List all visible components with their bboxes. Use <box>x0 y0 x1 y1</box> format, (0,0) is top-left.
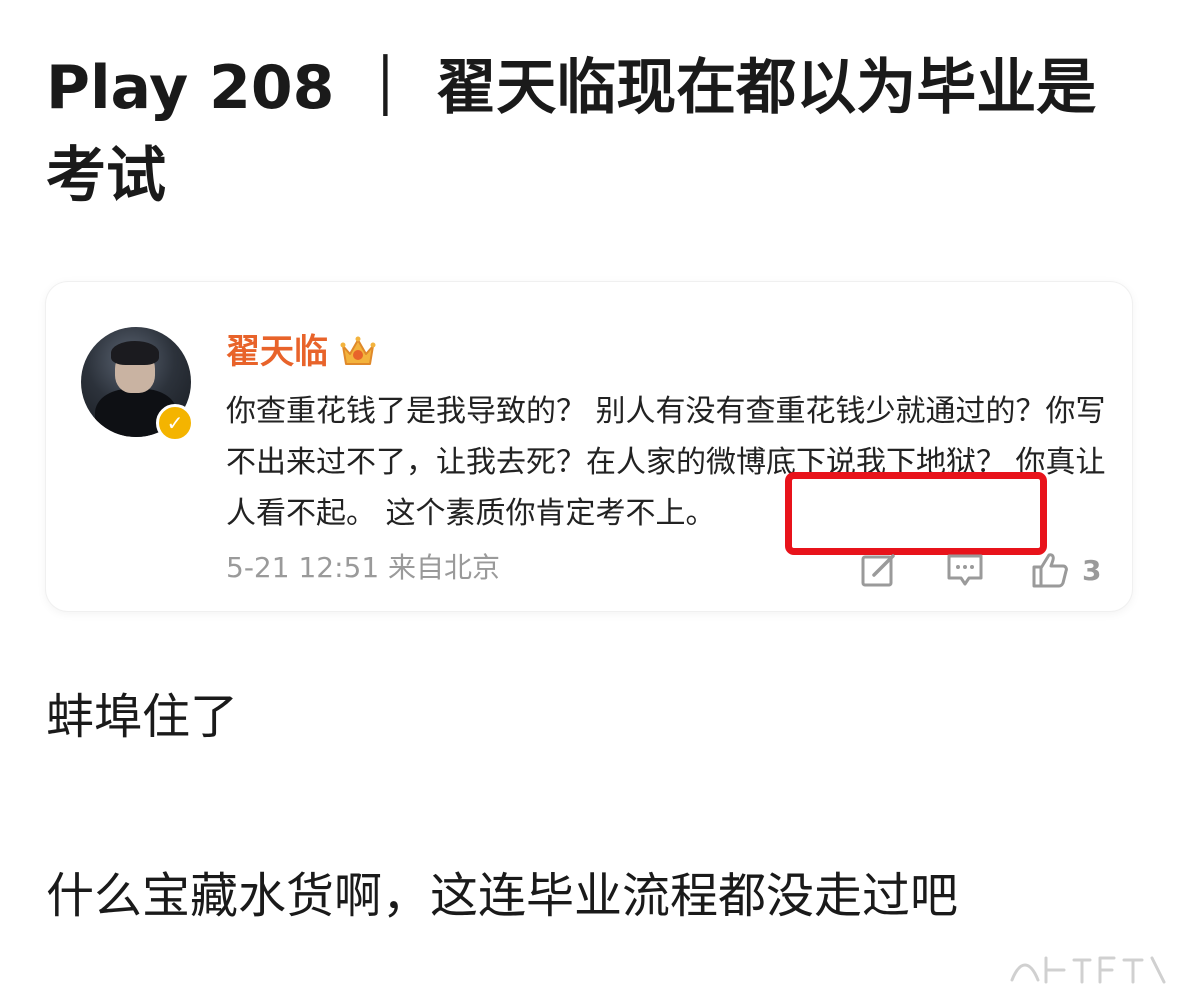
avatar-figure-hair <box>111 341 159 365</box>
comment-meta: 5-21 12:51 来自北京 <box>226 548 500 588</box>
verified-icon: ✓ <box>156 404 194 442</box>
weibo-comment-card: ✓ 翟天临 你查重花钱了是我导致的？ 别人有没有查重花钱少就通过的？你写不出来过… <box>46 282 1132 611</box>
highlight-annotation-box <box>785 472 1047 555</box>
crown-icon <box>340 336 376 365</box>
comment-source: 来自北京 <box>388 551 501 584</box>
username[interactable]: 翟天临 <box>226 328 328 376</box>
post-title: Play 208 ｜ 翟天临现在都以为毕业是考试 <box>46 53 1097 211</box>
post-paragraph-2: 什么宝藏水货啊，这连毕业流程都没走过吧 <box>46 868 959 924</box>
like-count: 3 <box>1082 553 1102 587</box>
comment-button[interactable] <box>945 550 985 590</box>
like-icon <box>1032 553 1068 588</box>
like-button[interactable]: 3 <box>1030 550 1101 590</box>
comment-timestamp: 5-21 12:51 <box>226 551 380 584</box>
edit-button[interactable] <box>860 550 898 590</box>
watermark-icon <box>1010 956 1166 984</box>
edit-icon <box>861 554 895 587</box>
post-paragraph-1: 蚌埠住了 <box>46 689 239 745</box>
comment-icon <box>947 554 983 586</box>
